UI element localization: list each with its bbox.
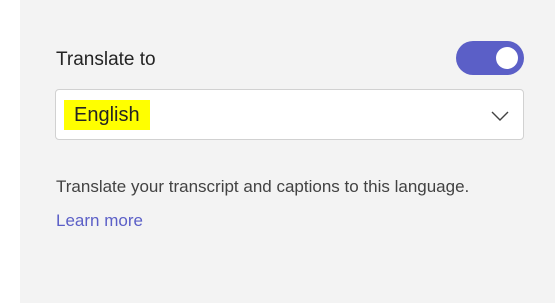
translate-settings-panel: Translate to English Translate your tran… bbox=[20, 0, 555, 303]
translate-description: Translate your transcript and captions t… bbox=[56, 170, 496, 238]
language-select[interactable]: English bbox=[55, 89, 524, 140]
toggle-knob bbox=[496, 47, 518, 69]
translate-toggle[interactable] bbox=[456, 41, 524, 75]
chevron-down-icon bbox=[491, 111, 509, 121]
translate-to-label: Translate to bbox=[56, 49, 156, 70]
description-text: Translate your transcript and captions t… bbox=[56, 177, 470, 196]
selected-language: English bbox=[64, 100, 150, 130]
learn-more-link[interactable]: Learn more bbox=[56, 211, 143, 230]
